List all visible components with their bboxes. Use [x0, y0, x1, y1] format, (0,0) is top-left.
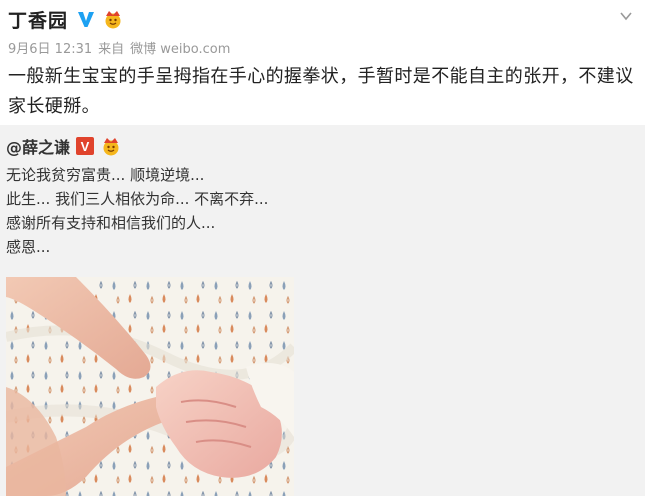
source-prefix: 来自	[98, 42, 125, 57]
repost-photo[interactable]	[6, 277, 294, 496]
crown-icon	[100, 136, 122, 156]
repost-line: 此生... 我们三人相依为命... 不离不弃...	[6, 190, 269, 208]
verified-icon	[76, 9, 96, 29]
repost-line: 感谢所有支持和相信我们的人...	[6, 214, 216, 232]
post-meta: 9月6日 12:31 来自 微博 weibo.com	[8, 38, 230, 57]
author-name[interactable]: 丁香园	[8, 6, 68, 33]
verified-badge-icon: V	[76, 137, 95, 155]
post-time[interactable]: 9月6日 12:31	[8, 38, 92, 57]
post-text: 一般新生宝宝的手呈拇指在手心的握拳状，手暂时是不能自主的张开，不建议家长硬掰。	[8, 66, 634, 117]
repost-line: 感恩...	[6, 238, 51, 256]
repost-block[interactable]: @薛之谦 V 无论我贫穷富贵... 顺境逆境... 此生... 我们三人相依为命…	[0, 125, 645, 496]
post-header: 丁香园	[8, 6, 124, 32]
repost-author-name[interactable]: @薛之谦	[6, 134, 70, 158]
chevron-down-icon[interactable]	[619, 8, 633, 22]
repost-text: 无论我贫穷富贵... 顺境逆境... 此生... 我们三人相依为命... 不离不…	[6, 163, 268, 259]
repost-author: @薛之谦 V	[6, 135, 122, 157]
post-source: 微博 weibo.com	[130, 42, 231, 57]
crown-icon	[102, 9, 124, 29]
repost-line: 无论我贫穷富贵... 顺境逆境...	[6, 166, 205, 184]
